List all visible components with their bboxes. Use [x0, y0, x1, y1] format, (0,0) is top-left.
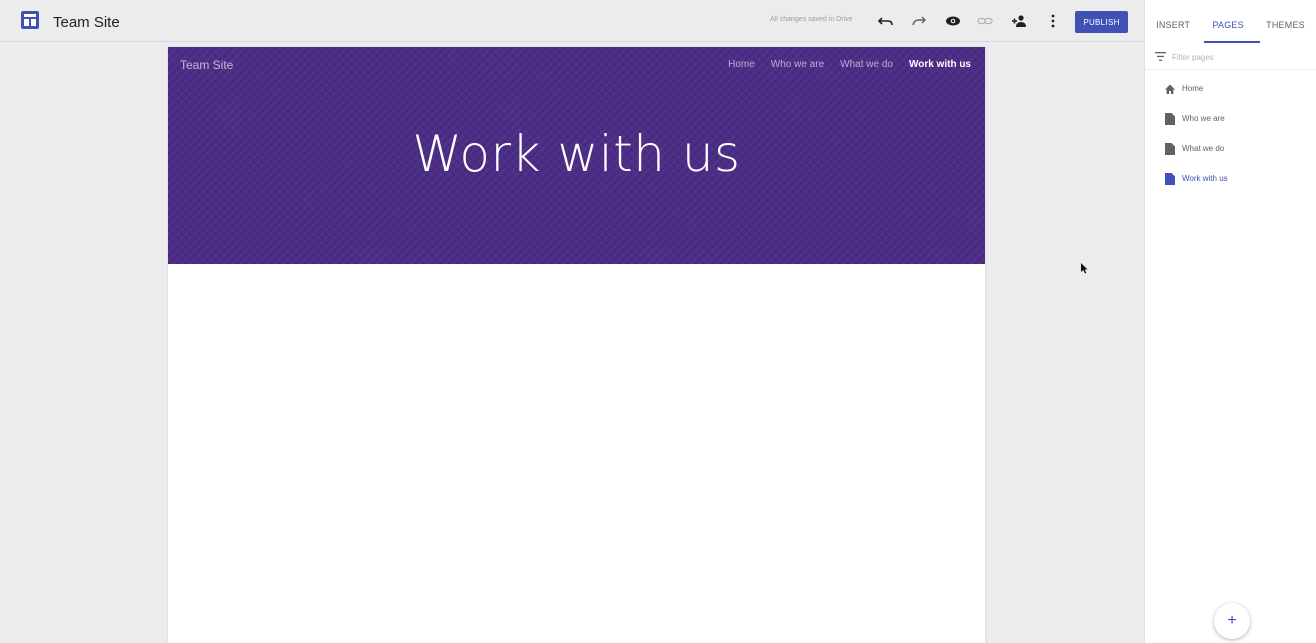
filter-pages-input[interactable]	[1172, 50, 1302, 64]
filter-pages-row	[1145, 44, 1316, 70]
page-item-label: Work with us	[1182, 174, 1228, 183]
page-item-what-we-do[interactable]: What we do	[1145, 134, 1316, 164]
site-title[interactable]: Team Site	[53, 14, 120, 31]
add-page-button[interactable]: +	[1214, 603, 1250, 639]
active-tab-indicator	[1204, 41, 1260, 43]
page-title[interactable]: Work with us	[168, 125, 985, 183]
page-item-who-we-are[interactable]: Who we are	[1145, 104, 1316, 134]
mouse-cursor-icon	[1081, 263, 1088, 274]
tab-pages[interactable]: PAGES	[1201, 0, 1255, 44]
tab-themes[interactable]: THEMES	[1255, 0, 1316, 44]
preview-icon[interactable]	[944, 12, 962, 30]
page-item-home[interactable]: Home	[1145, 74, 1316, 104]
sites-logo-icon[interactable]	[20, 10, 40, 30]
more-vert-icon[interactable]	[1044, 12, 1062, 30]
nav-item-what-we-do[interactable]: What we do	[840, 59, 893, 70]
sites-editor: Team Site All changes saved in Drive PUB…	[0, 0, 1316, 643]
link-icon[interactable]	[976, 12, 994, 30]
top-bar: Team Site All changes saved in Drive PUB…	[0, 0, 1144, 42]
nav-item-work-with-us[interactable]: Work with us	[909, 59, 971, 70]
header-banner[interactable]: Team Site Home Who we are What we do Wor…	[168, 47, 985, 264]
page-item-work-with-us[interactable]: Work with us	[1145, 164, 1316, 194]
nav-item-who-we-are[interactable]: Who we are	[771, 59, 824, 70]
home-icon	[1165, 84, 1175, 94]
page-canvas[interactable]: Team Site Home Who we are What we do Wor…	[168, 47, 985, 643]
redo-icon[interactable]	[910, 12, 928, 30]
save-status: All changes saved in Drive	[770, 16, 853, 23]
share-icon[interactable]	[1010, 12, 1028, 30]
page-item-label: Who we are	[1182, 114, 1225, 123]
filter-icon	[1155, 52, 1166, 61]
page-item-label: What we do	[1182, 144, 1225, 153]
site-navigation: Home Who we are What we do Work with us	[728, 59, 971, 70]
nav-item-home[interactable]: Home	[728, 59, 755, 70]
publish-button[interactable]: PUBLISH	[1075, 11, 1128, 33]
tab-insert[interactable]: INSERT	[1145, 0, 1201, 44]
undo-icon[interactable]	[877, 12, 895, 30]
page-icon	[1165, 173, 1175, 185]
page-icon	[1165, 143, 1175, 155]
page-icon	[1165, 113, 1175, 125]
side-panel: INSERT PAGES THEMES Home	[1144, 0, 1316, 643]
page-item-label: Home	[1182, 84, 1204, 93]
header-site-name[interactable]: Team Site	[180, 58, 233, 72]
panel-tabs: INSERT PAGES THEMES	[1145, 0, 1316, 44]
page-list: Home Who we are What we do Work with us	[1145, 74, 1316, 194]
